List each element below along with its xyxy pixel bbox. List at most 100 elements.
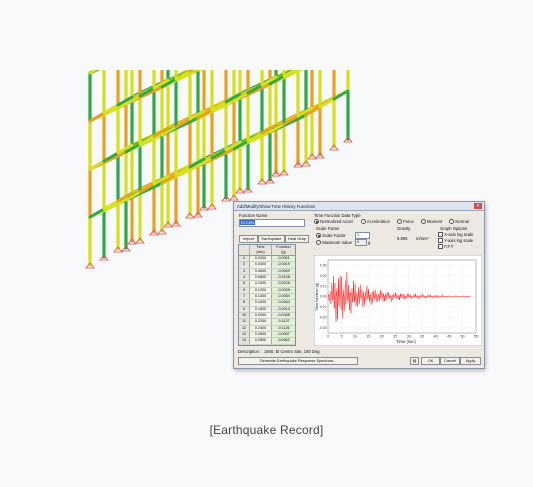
gravity-label: Gravity <box>397 226 411 231</box>
radio-icon <box>420 219 427 225</box>
row-index: 14 <box>239 338 250 344</box>
row-index: 11 <box>239 319 250 325</box>
gravity-unit: m/sec² <box>416 236 429 241</box>
function-cell[interactable]: -0.0028 <box>272 281 295 287</box>
x-tick-label: 40 <box>434 335 438 339</box>
time-cell[interactable]: 0.0800 <box>250 275 272 281</box>
function-cell[interactable]: -0.0069 <box>272 268 295 275</box>
time-cell[interactable]: 0.2000 <box>250 313 272 319</box>
graph-button[interactable]: Heat Grap <box>285 235 309 243</box>
description-label: Description : <box>238 349 262 354</box>
time-cell[interactable]: 0.2800 <box>250 338 272 344</box>
time-cell[interactable]: 0.1200 <box>250 287 272 294</box>
radio-icon <box>316 240 322 246</box>
y-tick-label: -0.30 <box>319 326 327 330</box>
function-name-label: Function Name <box>239 213 268 218</box>
time-cell[interactable]: 0.1600 <box>250 300 272 306</box>
row-index: 8 <box>239 300 250 306</box>
function-name-value: ELCEN <box>240 220 255 225</box>
time-cell[interactable]: 0.2400 <box>250 325 272 332</box>
radio-icon <box>396 219 403 225</box>
time-cell[interactable]: 0.0400 <box>250 262 272 268</box>
function-cell[interactable]: -0.0014 <box>272 306 295 313</box>
generate-spectrum-button[interactable]: Generate Earthquake Response Spectrum... <box>238 357 358 365</box>
row-index: 4 <box>239 275 250 281</box>
data-type-moment[interactable]: Moment <box>420 219 442 225</box>
row-index: 7 <box>239 294 250 300</box>
function-cell[interactable]: -0.0064 <box>272 300 295 306</box>
y-tick-label: 0.20 <box>320 274 327 278</box>
time-cell[interactable]: 0.2600 <box>250 332 272 338</box>
function-cell[interactable]: -0.0039 <box>272 287 295 294</box>
x-tick-label: 15 <box>366 335 370 339</box>
time-history-chart: 0 5 10 15 20 25 30 35 40 45 50 55 0.30 0.20 0.10 0.00 -0… <box>314 255 482 346</box>
chart-x-label: Time (sec) <box>396 339 416 344</box>
function-cell[interactable]: -0.0138 <box>272 275 295 281</box>
x-log-option[interactable]: X-axis log scale <box>438 232 474 238</box>
radio-icon <box>316 233 322 239</box>
radio-icon <box>449 219 455 225</box>
row-index: 6 <box>239 287 250 294</box>
dialog-title: Add/Modify/Show Time History Functions <box>237 203 316 209</box>
scale-factor-input[interactable]: 1 <box>355 232 370 239</box>
function-cell[interactable]: -0.1126 <box>272 325 295 332</box>
close-icon[interactable]: ✕ <box>474 203 482 209</box>
data-type-normalized[interactable]: Normalized Accel. <box>314 219 354 225</box>
data-type-normal[interactable]: Normal <box>449 219 469 225</box>
y-tick-label: -0.10 <box>319 305 327 309</box>
function-cell[interactable]: -0.0062 <box>272 338 295 344</box>
time-history-dialog: Add/Modify/Show Time History Functions ✕… <box>233 201 485 369</box>
x-tick-label: 0 <box>327 335 329 339</box>
fft-option[interactable]: F.F.T <box>438 244 453 250</box>
function-cell[interactable]: -0.0084 <box>272 294 295 300</box>
description-value: 1940, El Centro Site, 180 Deg <box>264 349 320 354</box>
time-cell[interactable]: 0.1800 <box>250 306 272 313</box>
checkbox-icon <box>438 244 444 250</box>
y-tick-label: 0.30 <box>320 263 327 267</box>
graph-options-label: Graph Options <box>440 226 468 231</box>
ok-button[interactable]: OK <box>421 357 440 365</box>
data-type-label: Time Function Data Type <box>314 213 361 218</box>
row-index: 1 <box>239 256 250 262</box>
x-tick-label: 20 <box>380 335 384 339</box>
time-cell[interactable]: 0.0600 <box>250 268 272 275</box>
x-tick-label: 5 <box>340 335 342 339</box>
x-tick-label: 55 <box>474 335 478 339</box>
row-index: 13 <box>239 332 250 338</box>
max-value-input[interactable]: 0 <box>355 239 367 246</box>
table-body: 1 0.0200 -0.0001 2 0.0400 -0.0019 3 0.0600 -0.00… <box>239 256 295 345</box>
function-name-input[interactable]: ELCEN <box>239 219 305 227</box>
table-row[interactable]: 14 0.2800 -0.0062 <box>239 338 295 345</box>
y-log-option[interactable]: Y-axis log scale <box>438 238 473 244</box>
data-type-acceleration[interactable]: Acceleration <box>360 219 390 225</box>
y-tick-label: 0.10 <box>320 284 327 288</box>
data-type-group: Normalized Accel. Acceleration Force Mom… <box>314 219 469 225</box>
table-header-index <box>239 245 250 255</box>
dialog-titlebar: Add/Modify/Show Time History Functions ✕ <box>234 202 484 211</box>
checkbox-icon <box>438 232 444 238</box>
table-header-function: Function (g) <box>276 245 291 254</box>
print-icon[interactable]: ▤ <box>410 357 419 365</box>
function-cell[interactable]: -0.0067 <box>272 332 295 338</box>
function-cell[interactable]: -0.0019 <box>272 262 295 268</box>
max-value-unit: g <box>368 240 371 245</box>
row-index: 5 <box>239 281 250 287</box>
x-tick-label: 30 <box>407 335 411 339</box>
time-cell[interactable]: 0.1400 <box>250 294 272 300</box>
function-cell[interactable]: -0.0058 <box>272 313 295 319</box>
time-cell[interactable]: 0.1000 <box>250 281 272 287</box>
row-index: 10 <box>239 313 250 319</box>
function-cell[interactable]: -0.0001 <box>272 256 295 262</box>
scale-factor-option[interactable]: Scale Factor <box>316 233 346 239</box>
max-value-option[interactable]: Maximum Value <box>316 240 352 246</box>
y-tick-label: -0.20 <box>319 316 327 320</box>
function-cell[interactable]: -0.1137 <box>272 319 295 325</box>
earthquake-button[interactable]: Earthquake <box>258 235 285 243</box>
apply-button[interactable]: Apply <box>460 357 481 365</box>
data-type-force[interactable]: Force <box>396 219 414 225</box>
time-cell[interactable]: 0.0200 <box>250 256 272 262</box>
time-cell[interactable]: 0.2200 <box>250 319 272 325</box>
cancel-button[interactable]: Cancel <box>440 357 460 365</box>
function-table[interactable]: Time (sec) Function (g) 1 0.0200 -0.0001 2 0… <box>238 244 296 346</box>
import-button[interactable]: Import <box>239 235 258 243</box>
